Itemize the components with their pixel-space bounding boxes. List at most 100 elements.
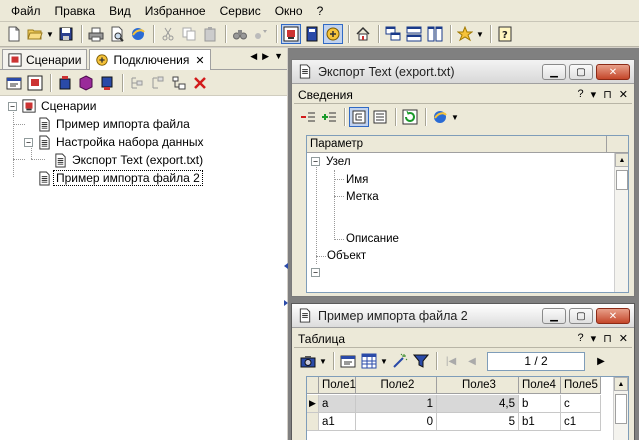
param-label-row[interactable]: Метка xyxy=(346,188,379,205)
table-cell[interactable]: c1 xyxy=(561,413,601,431)
table-cell[interactable]: 1 xyxy=(356,395,437,413)
cascade-button[interactable] xyxy=(383,24,403,44)
menu-service[interactable]: Сервис xyxy=(213,4,268,18)
column-header-pole4[interactable]: Поле4 xyxy=(519,377,561,394)
tree-collapse-toggle[interactable]: − xyxy=(8,101,17,111)
add-node-button[interactable] xyxy=(76,73,96,93)
tab-scroll-left-icon[interactable]: ◀ xyxy=(250,51,257,62)
print-preview-button[interactable] xyxy=(107,24,127,44)
column-header-pole5[interactable]: Поле5 xyxy=(561,377,601,394)
tree-node-dataset-setup[interactable]: − Настройка набора данных xyxy=(24,133,206,151)
scroll-thumb[interactable] xyxy=(615,394,627,424)
tree-expand-button[interactable] xyxy=(127,73,147,93)
table-properties-button[interactable] xyxy=(338,351,358,371)
section-help-icon[interactable]: ? xyxy=(578,332,584,345)
open-dropdown[interactable]: ▼ xyxy=(46,24,54,44)
column-header-pole3[interactable]: Поле3 xyxy=(437,377,519,394)
paste-button[interactable] xyxy=(200,24,220,44)
maximize-button[interactable]: ▢ xyxy=(569,308,593,324)
browser-button[interactable] xyxy=(430,107,450,127)
tab-close-icon[interactable]: ✕ xyxy=(195,54,204,67)
camera-dropdown[interactable]: ▼ xyxy=(319,351,327,371)
favorites-dropdown[interactable]: ▼ xyxy=(476,24,484,44)
magic-wand-button[interactable] xyxy=(390,351,410,371)
remove-param-button[interactable] xyxy=(298,107,318,127)
section-pin-icon[interactable]: ⊓ xyxy=(603,332,612,345)
filter-button[interactable] xyxy=(411,351,431,371)
table-cell[interactable]: c xyxy=(561,395,601,413)
section-help-icon[interactable]: ? xyxy=(578,88,584,101)
home-button[interactable] xyxy=(353,24,373,44)
tile-horizontal-button[interactable] xyxy=(404,24,424,44)
print-button[interactable] xyxy=(86,24,106,44)
browser-dropdown[interactable]: ▼ xyxy=(451,107,459,127)
minimize-button[interactable]: ▁ xyxy=(542,308,566,324)
tab-list-dropdown-icon[interactable]: ▼ xyxy=(274,51,283,62)
param-column-header[interactable]: Параметр xyxy=(307,136,607,153)
table-vertical-scrollbar[interactable]: ▲ xyxy=(613,377,628,440)
close-window-button[interactable]: ✕ xyxy=(596,64,630,80)
param-collapse-toggle[interactable]: − xyxy=(311,157,320,166)
connections-view-button[interactable] xyxy=(323,24,343,44)
add-param-button[interactable] xyxy=(319,107,339,127)
section-close-icon[interactable]: ✕ xyxy=(619,88,628,101)
param-node-row[interactable]: − xyxy=(311,264,322,281)
scroll-up-icon[interactable]: ▲ xyxy=(615,153,628,167)
param-vertical-scrollbar[interactable]: ▲ xyxy=(614,153,628,292)
refresh-button[interactable] xyxy=(400,107,420,127)
maximize-button[interactable]: ▢ xyxy=(569,64,593,80)
new-file-button[interactable] xyxy=(4,24,24,44)
table-layout-dropdown[interactable]: ▼ xyxy=(380,351,388,371)
menu-edit[interactable]: Правка xyxy=(48,4,103,18)
tree-node-export-text[interactable]: Экспорт Text (export.txt) xyxy=(54,151,205,169)
param-description-row[interactable]: Описание xyxy=(346,230,399,247)
save-button[interactable] xyxy=(56,24,76,44)
tree-collapse-toggle[interactable]: − xyxy=(24,137,33,147)
menu-view[interactable]: Вид xyxy=(102,4,138,18)
table-cell[interactable]: 5 xyxy=(437,413,519,431)
menu-window[interactable]: Окно xyxy=(268,4,310,18)
list-view-button[interactable] xyxy=(370,107,390,127)
section-close-icon[interactable]: ✕ xyxy=(619,332,628,345)
camera-button[interactable] xyxy=(298,351,318,371)
next-page-button[interactable]: ▶ xyxy=(591,351,611,371)
tile-vertical-button[interactable] xyxy=(425,24,445,44)
tree-collapse-button[interactable] xyxy=(148,73,168,93)
tab-scenarios[interactable]: Сценарии xyxy=(2,49,88,69)
table-cell[interactable]: b xyxy=(519,395,561,413)
table-cell[interactable]: a xyxy=(319,395,356,413)
minimize-button[interactable]: ▁ xyxy=(542,64,566,80)
run-scenario-button[interactable] xyxy=(25,73,45,93)
tree-node-scenarios[interactable]: − Сценарии xyxy=(8,97,98,115)
table-cell[interactable]: 0 xyxy=(356,413,437,431)
param-node-row[interactable]: − Узел xyxy=(311,153,351,170)
tree-node-import-example[interactable]: Пример импорта файла xyxy=(38,115,192,133)
section-menu-icon[interactable]: ▾ xyxy=(591,332,597,345)
panel-splitter-handle[interactable] xyxy=(284,260,288,310)
properties-button[interactable] xyxy=(4,73,24,93)
first-page-button[interactable]: |◀ xyxy=(441,351,461,371)
table-cell[interactable]: a1 xyxy=(319,413,356,431)
internet-button[interactable] xyxy=(128,24,148,44)
tree-node-import-example-2[interactable]: Пример импорта файла 2 xyxy=(38,169,203,187)
properties-view-button[interactable] xyxy=(302,24,322,44)
table-cell[interactable]: 4,5 xyxy=(437,395,519,413)
prev-page-button[interactable]: ◀ xyxy=(462,351,482,371)
help-button[interactable]: ? xyxy=(495,24,515,44)
param-name-row[interactable]: Имя xyxy=(346,171,368,188)
table-layout-button[interactable] xyxy=(359,351,379,371)
tab-connections[interactable]: Подключения ✕ xyxy=(89,49,211,70)
section-menu-icon[interactable]: ▾ xyxy=(591,88,597,101)
param-collapse-toggle[interactable]: − xyxy=(311,268,320,277)
column-header-pole2[interactable]: Поле2 xyxy=(356,377,437,394)
close-window-button[interactable]: ✕ xyxy=(596,308,630,324)
column-header-pole1[interactable]: Поле1 xyxy=(319,377,356,394)
param-object-row[interactable]: Объект xyxy=(327,247,366,264)
tree-structure-button[interactable] xyxy=(169,73,189,93)
menu-favorites[interactable]: Избранное xyxy=(138,4,213,18)
favorites-button[interactable] xyxy=(455,24,475,44)
find-next-button[interactable] xyxy=(251,24,271,44)
menu-help[interactable]: ? xyxy=(310,4,331,18)
scenarios-view-button[interactable] xyxy=(281,24,301,44)
section-pin-icon[interactable]: ⊓ xyxy=(603,88,612,101)
